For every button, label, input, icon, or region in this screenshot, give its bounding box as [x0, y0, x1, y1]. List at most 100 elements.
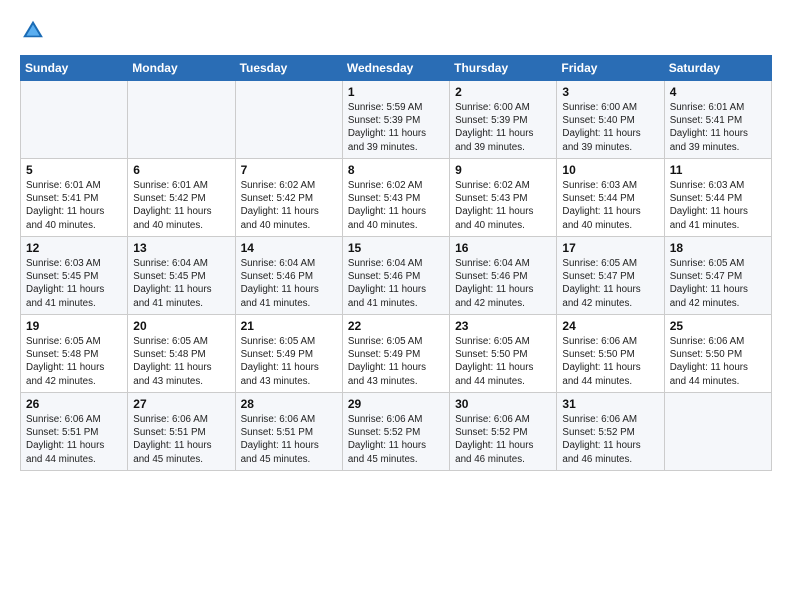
calendar-cell: 29 Sunrise: 6:06 AM Sunset: 5:52 PM Dayli…	[342, 393, 449, 471]
calendar-cell: 13 Sunrise: 6:04 AM Sunset: 5:45 PM Dayli…	[128, 237, 235, 315]
calendar-cell: 1 Sunrise: 5:59 AM Sunset: 5:39 PM Daylig…	[342, 81, 449, 159]
calendar-cell: 24 Sunrise: 6:06 AM Sunset: 5:50 PM Dayli…	[557, 315, 664, 393]
day-header-monday: Monday	[128, 56, 235, 81]
day-info: Sunrise: 6:00 AM Sunset: 5:40 PM Dayligh…	[562, 101, 658, 154]
day-number: 15	[348, 241, 444, 255]
day-number: 12	[26, 241, 122, 255]
calendar-cell: 17 Sunrise: 6:05 AM Sunset: 5:47 PM Dayli…	[557, 237, 664, 315]
calendar-cell: 7 Sunrise: 6:02 AM Sunset: 5:42 PM Daylig…	[235, 159, 342, 237]
calendar-cell: 19 Sunrise: 6:05 AM Sunset: 5:48 PM Dayli…	[21, 315, 128, 393]
calendar-cell	[235, 81, 342, 159]
day-info: Sunrise: 6:06 AM Sunset: 5:50 PM Dayligh…	[670, 335, 766, 388]
calendar-cell: 8 Sunrise: 6:02 AM Sunset: 5:43 PM Daylig…	[342, 159, 449, 237]
calendar-week-1: 1 Sunrise: 5:59 AM Sunset: 5:39 PM Daylig…	[21, 81, 772, 159]
day-number: 22	[348, 319, 444, 333]
calendar-cell: 3 Sunrise: 6:00 AM Sunset: 5:40 PM Daylig…	[557, 81, 664, 159]
calendar-cell: 15Sunrise: 6:04 AM Sunset: 5:46 PM Dayli…	[342, 237, 449, 315]
page: SundayMondayTuesdayWednesdayThursdayFrid…	[0, 0, 792, 612]
day-number: 4	[670, 85, 766, 99]
day-number: 28	[241, 397, 337, 411]
day-number: 21	[241, 319, 337, 333]
day-number: 14	[241, 241, 337, 255]
day-number: 18	[670, 241, 766, 255]
day-info: Sunrise: 6:06 AM Sunset: 5:51 PM Dayligh…	[133, 413, 229, 466]
day-info: Sunrise: 6:06 AM Sunset: 5:52 PM Dayligh…	[455, 413, 551, 466]
day-number: 31	[562, 397, 658, 411]
calendar-cell: 18 Sunrise: 6:05 AM Sunset: 5:47 PM Dayli…	[664, 237, 771, 315]
day-number: 19	[26, 319, 122, 333]
calendar-week-2: 5 Sunrise: 6:01 AM Sunset: 5:41 PM Daylig…	[21, 159, 772, 237]
day-number: 1	[348, 85, 444, 99]
day-info: Sunrise: 6:05 AM Sunset: 5:49 PM Dayligh…	[348, 335, 444, 388]
calendar-header-row: SundayMondayTuesdayWednesdayThursdayFrid…	[21, 56, 772, 81]
day-info: Sunrise: 6:06 AM Sunset: 5:52 PM Dayligh…	[348, 413, 444, 466]
calendar-cell: 31 Sunrise: 6:06 AM Sunset: 5:52 PM Dayli…	[557, 393, 664, 471]
calendar-cell: 20 Sunrise: 6:05 AM Sunset: 5:48 PM Dayli…	[128, 315, 235, 393]
day-info: Sunrise: 6:04 AM Sunset: 5:45 PM Dayligh…	[133, 257, 229, 310]
calendar-cell	[664, 393, 771, 471]
day-info: Sunrise: 6:01 AM Sunset: 5:41 PM Dayligh…	[26, 179, 122, 232]
day-info: Sunrise: 6:02 AM Sunset: 5:42 PM Dayligh…	[241, 179, 337, 232]
calendar-cell: 11 Sunrise: 6:03 AM Sunset: 5:44 PM Dayli…	[664, 159, 771, 237]
day-number: 8	[348, 163, 444, 177]
day-number: 30	[455, 397, 551, 411]
day-number: 24	[562, 319, 658, 333]
day-number: 10	[562, 163, 658, 177]
calendar-cell: 5 Sunrise: 6:01 AM Sunset: 5:41 PM Daylig…	[21, 159, 128, 237]
day-number: 26	[26, 397, 122, 411]
calendar-cell: 21Sunrise: 6:05 AM Sunset: 5:49 PM Dayli…	[235, 315, 342, 393]
day-number: 5	[26, 163, 122, 177]
logo-icon	[22, 18, 44, 40]
calendar-cell: 30 Sunrise: 6:06 AM Sunset: 5:52 PM Dayli…	[450, 393, 557, 471]
day-info: Sunrise: 6:02 AM Sunset: 5:43 PM Dayligh…	[348, 179, 444, 232]
day-number: 20	[133, 319, 229, 333]
day-info: Sunrise: 6:05 AM Sunset: 5:48 PM Dayligh…	[133, 335, 229, 388]
day-header-friday: Friday	[557, 56, 664, 81]
calendar-cell: 4 Sunrise: 6:01 AM Sunset: 5:41 PM Daylig…	[664, 81, 771, 159]
day-info: Sunrise: 6:03 AM Sunset: 5:45 PM Dayligh…	[26, 257, 122, 310]
day-info: Sunrise: 6:03 AM Sunset: 5:44 PM Dayligh…	[670, 179, 766, 232]
day-header-sunday: Sunday	[21, 56, 128, 81]
day-header-thursday: Thursday	[450, 56, 557, 81]
calendar-cell: 14 Sunrise: 6:04 AM Sunset: 5:46 PM Dayli…	[235, 237, 342, 315]
day-info: Sunrise: 6:05 AM Sunset: 5:47 PM Dayligh…	[670, 257, 766, 310]
day-info: Sunrise: 6:04 AM Sunset: 5:46 PM Dayligh…	[455, 257, 551, 310]
day-number: 17	[562, 241, 658, 255]
day-number: 2	[455, 85, 551, 99]
day-number: 9	[455, 163, 551, 177]
day-number: 23	[455, 319, 551, 333]
day-header-wednesday: Wednesday	[342, 56, 449, 81]
calendar-week-5: 26 Sunrise: 6:06 AM Sunset: 5:51 PM Dayli…	[21, 393, 772, 471]
day-info: Sunrise: 5:59 AM Sunset: 5:39 PM Dayligh…	[348, 101, 444, 154]
day-number: 16	[455, 241, 551, 255]
day-info: Sunrise: 6:06 AM Sunset: 5:50 PM Dayligh…	[562, 335, 658, 388]
day-info: Sunrise: 6:00 AM Sunset: 5:39 PM Dayligh…	[455, 101, 551, 154]
day-info: Sunrise: 6:01 AM Sunset: 5:41 PM Dayligh…	[670, 101, 766, 154]
day-info: Sunrise: 6:04 AM Sunset: 5:46 PM Dayligh…	[241, 257, 337, 310]
day-number: 11	[670, 163, 766, 177]
day-info: Sunrise: 6:05 AM Sunset: 5:47 PM Dayligh…	[562, 257, 658, 310]
calendar-table: SundayMondayTuesdayWednesdayThursdayFrid…	[20, 55, 772, 471]
day-number: 7	[241, 163, 337, 177]
calendar-cell: 23 Sunrise: 6:05 AM Sunset: 5:50 PM Dayli…	[450, 315, 557, 393]
day-header-saturday: Saturday	[664, 56, 771, 81]
day-number: 25	[670, 319, 766, 333]
day-info: Sunrise: 6:05 AM Sunset: 5:48 PM Dayligh…	[26, 335, 122, 388]
calendar-cell: 26Sunrise: 6:06 AM Sunset: 5:51 PM Dayli…	[21, 393, 128, 471]
calendar-cell: 9Sunrise: 6:02 AM Sunset: 5:43 PM Daylig…	[450, 159, 557, 237]
logo	[20, 18, 44, 45]
calendar-cell	[21, 81, 128, 159]
calendar-cell: 27Sunrise: 6:06 AM Sunset: 5:51 PM Dayli…	[128, 393, 235, 471]
calendar-cell: 25 Sunrise: 6:06 AM Sunset: 5:50 PM Dayli…	[664, 315, 771, 393]
calendar-cell: 10Sunrise: 6:03 AM Sunset: 5:44 PM Dayli…	[557, 159, 664, 237]
day-number: 6	[133, 163, 229, 177]
day-number: 3	[562, 85, 658, 99]
calendar-cell: 6Sunrise: 6:01 AM Sunset: 5:42 PM Daylig…	[128, 159, 235, 237]
day-info: Sunrise: 6:06 AM Sunset: 5:52 PM Dayligh…	[562, 413, 658, 466]
day-number: 29	[348, 397, 444, 411]
calendar-week-4: 19 Sunrise: 6:05 AM Sunset: 5:48 PM Dayli…	[21, 315, 772, 393]
day-info: Sunrise: 6:05 AM Sunset: 5:50 PM Dayligh…	[455, 335, 551, 388]
calendar-cell: 12 Sunrise: 6:03 AM Sunset: 5:45 PM Dayli…	[21, 237, 128, 315]
day-number: 13	[133, 241, 229, 255]
calendar-cell: 28Sunrise: 6:06 AM Sunset: 5:51 PM Dayli…	[235, 393, 342, 471]
